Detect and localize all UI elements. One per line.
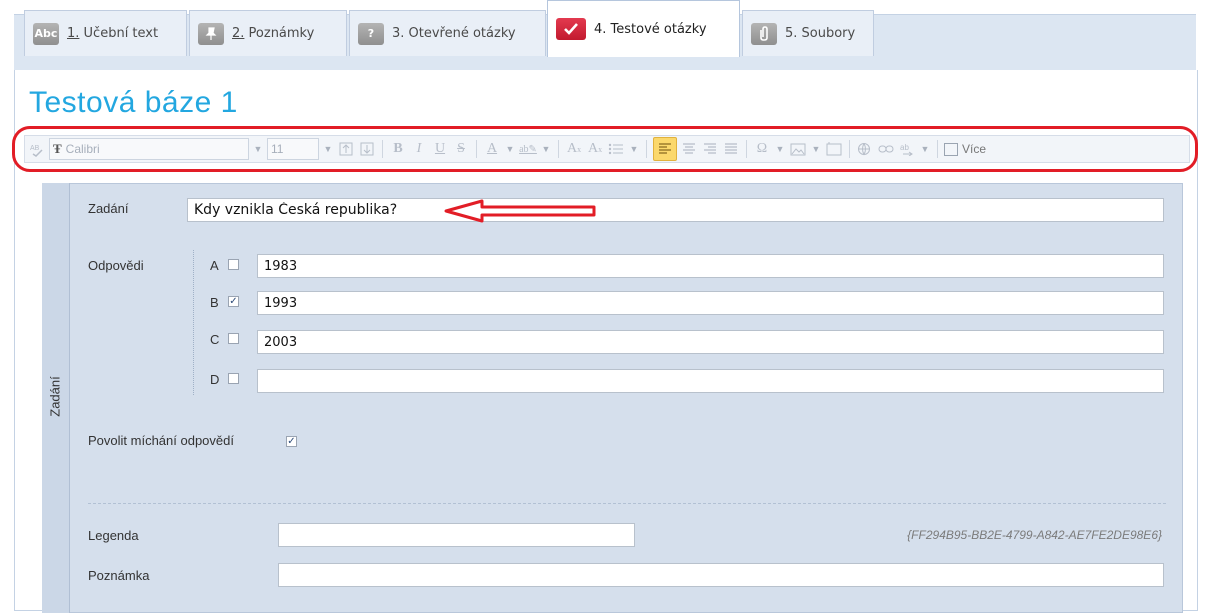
pin-icon bbox=[198, 22, 224, 45]
underline-icon[interactable]: U bbox=[431, 138, 449, 160]
arrow-annotation-icon bbox=[444, 199, 596, 223]
tab-testove-otazky[interactable]: 4. Testové otázky bbox=[547, 0, 740, 57]
symbol-dropdown-icon[interactable]: ▼ bbox=[774, 144, 786, 154]
font-family-value: Calibri bbox=[65, 142, 100, 156]
spellcheck-icon[interactable]: AB bbox=[28, 138, 46, 160]
question-input[interactable] bbox=[187, 198, 1164, 222]
toolbar-separator bbox=[937, 140, 938, 158]
answer-letter: B bbox=[210, 295, 219, 310]
font-color-dropdown-icon[interactable]: ▼ bbox=[504, 144, 516, 154]
find-replace-icon[interactable]: ab bbox=[898, 138, 916, 160]
legend-label: Legenda bbox=[88, 528, 139, 543]
font-size-value: 11 bbox=[271, 142, 284, 156]
answer-d-checkbox[interactable] bbox=[228, 373, 239, 384]
question-icon: ? bbox=[358, 22, 384, 45]
tab-label: 3. Otevřené otázky bbox=[392, 26, 516, 41]
note-input[interactable] bbox=[278, 563, 1164, 587]
tab-number: 2. bbox=[232, 26, 245, 41]
toolbar-separator bbox=[382, 140, 383, 158]
bold-icon[interactable]: B bbox=[389, 138, 407, 160]
italic-icon[interactable]: I bbox=[410, 138, 428, 160]
align-right-icon[interactable] bbox=[701, 138, 719, 160]
web-link-icon[interactable] bbox=[856, 138, 874, 160]
panel-side-label[interactable]: Zadání bbox=[42, 366, 69, 426]
answer-d-input[interactable] bbox=[257, 369, 1164, 393]
answer-letter: C bbox=[210, 332, 220, 347]
font-icon: Ŧ bbox=[53, 141, 62, 156]
answer-b-checkbox[interactable]: ✓ bbox=[228, 296, 239, 307]
tab-label: Učební text bbox=[79, 26, 159, 41]
shrink-font-icon[interactable] bbox=[358, 138, 376, 160]
align-center-icon[interactable] bbox=[680, 138, 698, 160]
bullet-list-icon[interactable] bbox=[607, 138, 625, 160]
subscript-icon[interactable]: Ax bbox=[565, 138, 583, 160]
tab-poznamky[interactable]: 2. Poznámky bbox=[189, 10, 347, 56]
tab-soubory[interactable]: 5. Soubory bbox=[742, 10, 874, 56]
find-dropdown-icon[interactable]: ▼ bbox=[919, 144, 931, 154]
svg-text:ab: ab bbox=[900, 143, 909, 152]
note-label: Poznámka bbox=[88, 568, 150, 583]
highlight-color-icon[interactable]: ab✎ bbox=[519, 138, 537, 160]
question-label: Zadání bbox=[88, 201, 129, 216]
font-dropdown-arrow-icon[interactable]: ▼ bbox=[252, 144, 264, 154]
answer-b-input[interactable] bbox=[257, 291, 1164, 315]
abc-icon: Abc bbox=[33, 22, 59, 45]
font-size-select[interactable]: 11 bbox=[267, 138, 319, 160]
section-divider bbox=[88, 503, 1166, 504]
hyperlink-icon[interactable] bbox=[877, 138, 895, 160]
toolbar-separator bbox=[746, 140, 747, 158]
legend-input[interactable] bbox=[278, 523, 635, 547]
shuffle-label: Povolit míchání odpovědí bbox=[88, 433, 234, 448]
page-title: Testová báze 1 bbox=[29, 86, 238, 119]
answers-divider bbox=[193, 250, 194, 395]
strikethrough-icon[interactable]: S bbox=[452, 138, 470, 160]
tab-label: 5. Soubory bbox=[785, 26, 856, 41]
svg-text:AB: AB bbox=[30, 145, 40, 152]
list-dropdown-icon[interactable]: ▼ bbox=[628, 144, 640, 154]
answer-c-checkbox[interactable] bbox=[228, 333, 239, 344]
more-button-label: Více bbox=[962, 142, 987, 156]
answer-a-checkbox[interactable] bbox=[228, 259, 239, 270]
image-dropdown-icon[interactable]: ▼ bbox=[810, 144, 822, 154]
align-left-icon[interactable] bbox=[653, 137, 677, 161]
more-button[interactable]: Více bbox=[944, 142, 986, 156]
highlight-dropdown-icon[interactable]: ▼ bbox=[540, 144, 552, 154]
font-color-icon[interactable]: A bbox=[483, 138, 501, 160]
grow-font-icon[interactable] bbox=[337, 138, 355, 160]
question-form-panel bbox=[42, 183, 1183, 613]
font-size-dropdown-arrow-icon[interactable]: ▼ bbox=[322, 144, 334, 154]
symbol-icon[interactable]: Ω bbox=[753, 138, 771, 160]
tab-number: 1. bbox=[67, 26, 80, 41]
answer-letter: A bbox=[210, 258, 219, 273]
tab-ucebni-text[interactable]: Abc 1. Učební text bbox=[24, 10, 187, 56]
answer-a-input[interactable] bbox=[257, 254, 1164, 278]
formatting-toolbar: AB Ŧ Calibri ▼ 11 ▼ B I U S A ▼ ab✎ ▼ Ax… bbox=[24, 135, 1190, 163]
toolbar-separator bbox=[558, 140, 559, 158]
answer-c-input[interactable] bbox=[257, 330, 1164, 354]
question-guid: {FF294B95-BB2E-4799-A842-AE7FE2DE98E6} bbox=[907, 528, 1162, 542]
toolbar-separator bbox=[476, 140, 477, 158]
insert-object-icon[interactable] bbox=[825, 138, 843, 160]
tab-label: Poznámky bbox=[244, 26, 315, 41]
toolbar-separator bbox=[646, 140, 647, 158]
answers-label: Odpovědi bbox=[88, 258, 144, 273]
toolbar-separator bbox=[849, 140, 850, 158]
superscript-icon[interactable]: Ax bbox=[586, 138, 604, 160]
align-justify-icon[interactable] bbox=[722, 138, 740, 160]
insert-image-icon[interactable] bbox=[789, 138, 807, 160]
tab-label: 4. Testové otázky bbox=[594, 21, 707, 37]
answer-letter: D bbox=[210, 372, 220, 387]
font-family-select[interactable]: Ŧ Calibri bbox=[49, 138, 249, 160]
paperclip-icon bbox=[751, 22, 777, 45]
more-options-icon bbox=[944, 142, 958, 156]
tab-otevrene-otazky[interactable]: ? 3. Otevřené otázky bbox=[349, 10, 546, 56]
shuffle-checkbox[interactable]: ✓ bbox=[286, 436, 297, 447]
check-icon bbox=[556, 18, 586, 40]
